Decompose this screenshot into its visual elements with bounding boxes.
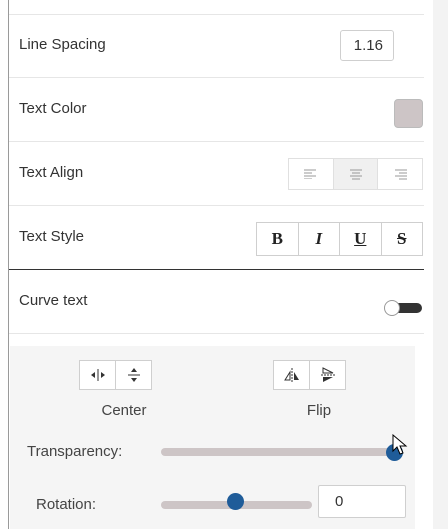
align-right-icon: [395, 169, 408, 179]
text-style-row: Text Style B I U S: [9, 206, 424, 270]
strikethrough-button[interactable]: S: [380, 222, 423, 256]
align-center-button[interactable]: [332, 158, 379, 190]
text-align-group: [288, 158, 424, 190]
center-vertical-button[interactable]: [115, 360, 152, 390]
line-spacing-row: Line Spacing 1.16: [9, 14, 424, 78]
text-color-row: Text Color: [9, 78, 424, 142]
rotation-slider-knob[interactable]: [227, 493, 244, 510]
align-left-button[interactable]: [288, 158, 334, 190]
text-align-row: Text Align: [9, 142, 424, 206]
center-horizontal-icon: [90, 369, 105, 381]
flip-button-group: [273, 360, 346, 390]
flip-caption: Flip: [306, 402, 332, 419]
curve-text-row: Curve text: [9, 270, 424, 334]
bold-button[interactable]: B: [256, 222, 299, 256]
line-spacing-label: Line Spacing: [19, 36, 106, 53]
underline-button[interactable]: U: [339, 222, 382, 256]
flip-horizontal-button[interactable]: [273, 360, 310, 390]
align-right-button[interactable]: [377, 158, 424, 190]
text-style-label: Text Style: [19, 228, 85, 245]
center-horizontal-button[interactable]: [79, 360, 116, 390]
transform-panel: Center Flip Transparency: Rotation: 0: [10, 346, 415, 529]
curve-text-toggle[interactable]: [384, 300, 422, 316]
curve-text-label: Curve text: [19, 292, 88, 309]
rotation-label: Rotation:: [36, 496, 97, 513]
center-caption: Center: [101, 402, 147, 419]
flip-vertical-icon: [320, 367, 335, 382]
line-spacing-input[interactable]: 1.16: [340, 30, 394, 61]
align-center-icon: [349, 169, 362, 179]
transparency-slider-track[interactable]: [161, 448, 397, 456]
toggle-knob: [384, 300, 400, 316]
center-vertical-icon: [127, 368, 140, 382]
transparency-label: Transparency:: [27, 443, 123, 460]
text-color-swatch[interactable]: [394, 99, 423, 128]
flip-horizontal-icon: [283, 368, 299, 382]
flip-vertical-button[interactable]: [309, 360, 346, 390]
text-style-group: B I U S: [256, 222, 423, 256]
mouse-cursor-icon: [392, 434, 408, 455]
align-left-icon: [303, 169, 316, 179]
text-align-label: Text Align: [19, 164, 84, 181]
text-color-label: Text Color: [19, 100, 87, 117]
scrollbar-track[interactable]: [433, 0, 448, 529]
italic-button[interactable]: I: [297, 222, 340, 256]
center-button-group: [79, 360, 152, 390]
rotation-input[interactable]: 0: [318, 485, 406, 518]
